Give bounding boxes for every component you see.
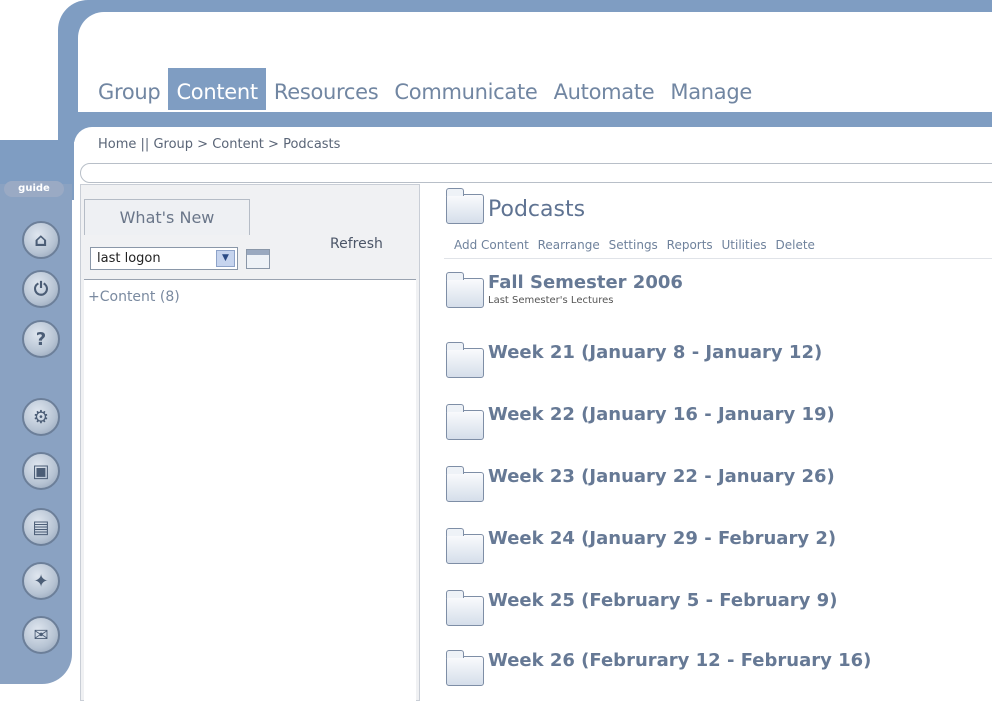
page-title-text: Podcasts: [488, 196, 586, 222]
reports-link[interactable]: Reports: [667, 238, 713, 252]
tab-resources[interactable]: Resources: [266, 68, 387, 110]
settings-link[interactable]: Settings: [609, 238, 658, 252]
folder-row[interactable]: Week 25 (February 5 - February 9): [446, 590, 837, 626]
whats-new-content-item[interactable]: +Content (8): [88, 289, 180, 305]
breadcrumb-home[interactable]: Home: [98, 137, 136, 152]
whats-new-filter-select[interactable]: last logon ▼: [90, 247, 238, 270]
folder-row[interactable]: Week 21 (January 8 - January 12): [446, 342, 822, 378]
folder-icon[interactable]: ▤: [22, 508, 60, 546]
folder-icon: [446, 650, 484, 686]
folder-icon: [446, 404, 484, 440]
filter-value: last logon: [97, 251, 161, 266]
help-icon[interactable]: ?: [22, 320, 60, 358]
folder-icon: [446, 590, 484, 626]
breadcrumb-current[interactable]: Podcasts: [283, 137, 340, 152]
folder-row[interactable]: Week 26 (Februrary 12 - February 16): [446, 650, 871, 686]
folder-row[interactable]: Week 22 (January 16 - January 19): [446, 404, 835, 440]
breadcrumb: Home || Group > Content > Podcasts: [98, 137, 340, 152]
folder-title[interactable]: Week 25 (February 5 - February 9): [488, 590, 837, 611]
chevron-down-icon[interactable]: ▼: [216, 250, 235, 267]
action-links: Add Content Rearrange Settings Reports U…: [454, 238, 820, 252]
search-input[interactable]: [80, 163, 992, 183]
folder-row[interactable]: Week 24 (January 29 - February 2): [446, 528, 836, 564]
folder-icon: [446, 528, 484, 564]
settings-icon[interactable]: ⚙: [22, 398, 60, 436]
refresh-link[interactable]: Refresh: [330, 236, 383, 252]
rearrange-link[interactable]: Rearrange: [538, 238, 600, 252]
whats-new-tab[interactable]: What's New: [84, 199, 250, 235]
guide-button[interactable]: guide: [4, 181, 64, 197]
tab-automate[interactable]: Automate: [546, 68, 663, 110]
folder-icon: [446, 272, 484, 308]
folder-row[interactable]: Fall Semester 2006 Last Semester's Lectu…: [446, 272, 683, 308]
folder-subtitle: Last Semester's Lectures: [488, 295, 614, 306]
folder-title[interactable]: Fall Semester 2006: [488, 272, 683, 293]
folder-icon: [446, 466, 484, 502]
wrench-icon[interactable]: ✦: [22, 562, 60, 600]
breadcrumb-separator: >: [268, 137, 279, 152]
folder-title[interactable]: Week 24 (January 29 - February 2): [488, 528, 836, 549]
divider: [444, 258, 992, 259]
whats-new-list: [84, 279, 416, 702]
calendar-icon[interactable]: [246, 249, 270, 269]
folder-title[interactable]: Week 26 (Februrary 12 - February 16): [488, 650, 871, 671]
folder-icon: [446, 342, 484, 378]
home-icon[interactable]: ⌂: [22, 221, 60, 259]
folder-title[interactable]: Week 23 (January 22 - January 26): [488, 466, 835, 487]
folder-row[interactable]: Week 23 (January 22 - January 26): [446, 466, 835, 502]
page-title: Podcasts: [446, 188, 586, 224]
main-nav-tabs: Group Content Resources Communicate Auto…: [90, 68, 760, 110]
delete-link[interactable]: Delete: [776, 238, 815, 252]
breadcrumb-group[interactable]: Group: [153, 137, 193, 152]
power-icon[interactable]: ⏻: [22, 270, 60, 308]
tab-manage[interactable]: Manage: [662, 68, 760, 110]
tab-content[interactable]: Content: [168, 68, 266, 110]
camera-icon[interactable]: ▣: [22, 452, 60, 490]
tab-communicate[interactable]: Communicate: [386, 68, 545, 110]
breadcrumb-separator: >: [197, 137, 209, 152]
folder-icon: [446, 188, 484, 224]
utilities-link[interactable]: Utilities: [722, 238, 767, 252]
chat-icon[interactable]: ✉: [22, 616, 60, 654]
add-content-link[interactable]: Add Content: [454, 238, 529, 252]
breadcrumb-separator: ||: [140, 137, 150, 152]
folder-title[interactable]: Week 21 (January 8 - January 12): [488, 342, 822, 363]
breadcrumb-content[interactable]: Content: [212, 137, 264, 152]
folder-title[interactable]: Week 22 (January 16 - January 19): [488, 404, 835, 425]
tab-group[interactable]: Group: [90, 68, 168, 110]
